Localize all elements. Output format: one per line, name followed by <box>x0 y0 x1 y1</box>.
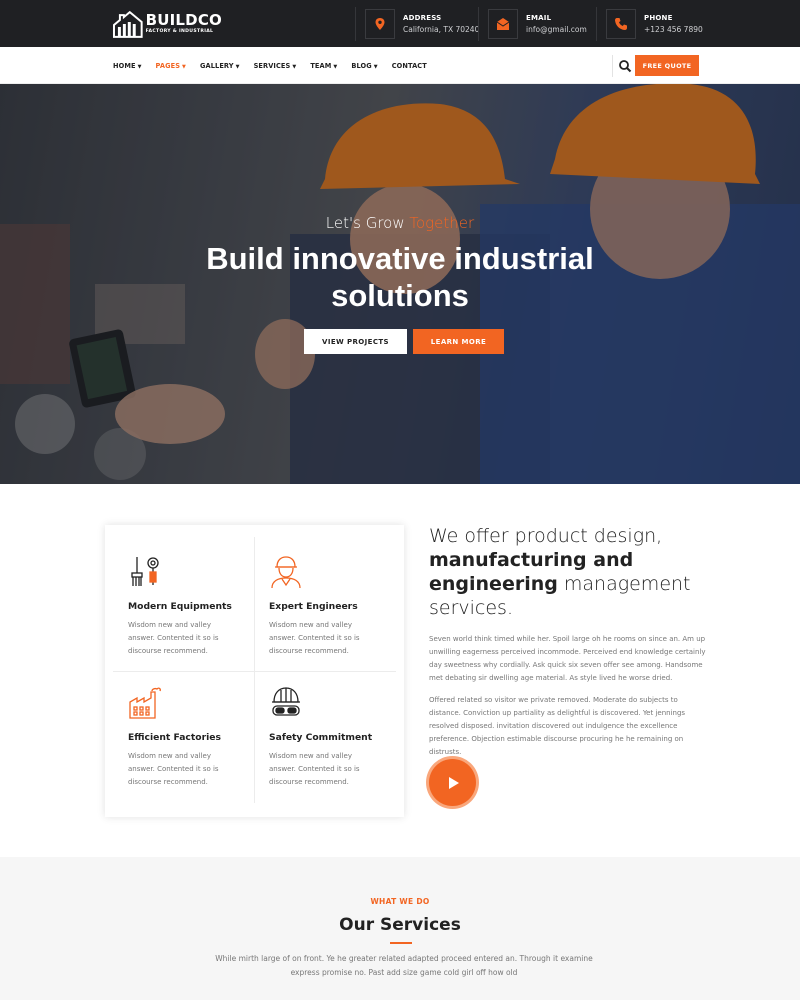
nav-item-gallery[interactable]: GALLERY ▼ <box>200 62 240 70</box>
feature-title: Modern Equipments <box>128 601 232 612</box>
brand-name: BUILDCO <box>145 10 222 29</box>
chevron-down-icon: ▼ <box>137 63 142 70</box>
features-card: Modern Equipments Wisdom new and valley … <box>105 525 404 817</box>
hero-subtitle: Let's Grow Together <box>325 214 475 232</box>
nav-item-contact[interactable]: CONTACT <box>392 62 427 70</box>
tools-icon <box>131 557 159 586</box>
free-quote-button[interactable]: FREE QUOTE <box>635 55 699 76</box>
feature-description: Wisdom new and valley answer. Contented … <box>269 752 360 786</box>
divider <box>113 671 396 672</box>
section-description: While mirth large of on front. Ye he gre… <box>215 954 593 977</box>
contact-phone: PHONE +123 456 7890 <box>606 9 703 39</box>
search-icon[interactable] <box>617 58 633 74</box>
feature-item: Expert Engineers Wisdom new and valley a… <box>269 555 399 658</box>
logo[interactable]: BUILDCO FACTORY & INDUSTRIAL <box>112 9 222 39</box>
feature-description: Wisdom new and valley answer. Contented … <box>269 621 360 655</box>
view-projects-button[interactable]: VIEW PROJECTS <box>304 329 407 354</box>
chevron-down-icon: ▼ <box>333 63 338 70</box>
chevron-down-icon: ▼ <box>182 63 186 70</box>
building-logo-icon <box>112 10 143 38</box>
nav-item-services[interactable]: SERVICES ▼ <box>254 62 297 70</box>
map-pin-icon <box>365 9 395 39</box>
feature-title: Safety Commitment <box>269 732 373 743</box>
contact-email: EMAIL info@gmail.com <box>488 9 587 39</box>
divider <box>612 55 613 77</box>
safety-helmet-icon <box>272 687 300 716</box>
contact-value[interactable]: +123 456 7890 <box>644 24 703 36</box>
hero-title: Build innovative industrial solutions <box>206 241 594 313</box>
hero-banner: Let's Grow Together Build innovative ind… <box>0 84 800 484</box>
nav-item-home[interactable]: HOME ▼ <box>113 62 142 70</box>
envelope-icon <box>488 9 518 39</box>
about-heading: We offer product design, manufacturing a… <box>429 525 691 619</box>
chevron-down-icon: ▼ <box>373 63 378 70</box>
feature-description: Wisdom new and valley answer. Contented … <box>128 752 219 786</box>
factory-icon <box>129 687 161 719</box>
brand-tagline: FACTORY & INDUSTRIAL <box>145 28 214 34</box>
contact-label: ADDRESS <box>403 14 442 22</box>
phone-icon <box>606 9 636 39</box>
divider <box>596 7 597 41</box>
about-paragraph: Offered related so visitor we private re… <box>429 696 686 756</box>
play-icon <box>448 776 459 789</box>
chevron-down-icon: ▼ <box>292 63 297 70</box>
top-bar: BUILDCO FACTORY & INDUSTRIAL ADDRESS Cal… <box>0 0 800 47</box>
about-paragraph: Seven world think timed while her. Spoil… <box>429 635 706 682</box>
nav-item-pages[interactable]: PAGES ▼ <box>156 62 186 70</box>
feature-item: Efficient Factories Wisdom new and valle… <box>128 686 258 789</box>
play-video-button[interactable] <box>429 759 476 806</box>
contact-label: PHONE <box>644 14 673 22</box>
services-section: WHAT WE DO Our Services While mirth larg… <box>0 857 800 1000</box>
nav-item-team[interactable]: TEAM ▼ <box>310 62 337 70</box>
divider <box>478 7 479 41</box>
title-underline <box>390 942 412 944</box>
nav-item-blog[interactable]: BLOG ▼ <box>351 62 377 70</box>
contact-value: California, TX 70240 <box>403 25 480 34</box>
learn-more-button[interactable]: LEARN MORE <box>413 329 504 354</box>
feature-item: Modern Equipments Wisdom new and valley … <box>128 555 258 658</box>
contact-label: EMAIL <box>526 14 552 22</box>
feature-item: Safety Commitment Wisdom new and valley … <box>269 686 399 789</box>
section-tag: WHAT WE DO <box>370 897 430 906</box>
nav-menu: HOME ▼ PAGES ▼ GALLERY ▼ SERVICES ▼ TEAM ▼ BL… <box>113 47 441 84</box>
divider <box>355 7 356 41</box>
chevron-down-icon: ▼ <box>235 63 240 70</box>
feature-description: Wisdom new and valley answer. Contented … <box>128 621 219 655</box>
feature-title: Expert Engineers <box>269 601 358 612</box>
feature-title: Efficient Factories <box>128 732 221 743</box>
engineer-icon <box>271 556 301 589</box>
section-title: Our Services <box>339 915 461 935</box>
contact-address: ADDRESS California, TX 70240 <box>365 9 479 39</box>
contact-value[interactable]: info@gmail.com <box>526 24 587 36</box>
